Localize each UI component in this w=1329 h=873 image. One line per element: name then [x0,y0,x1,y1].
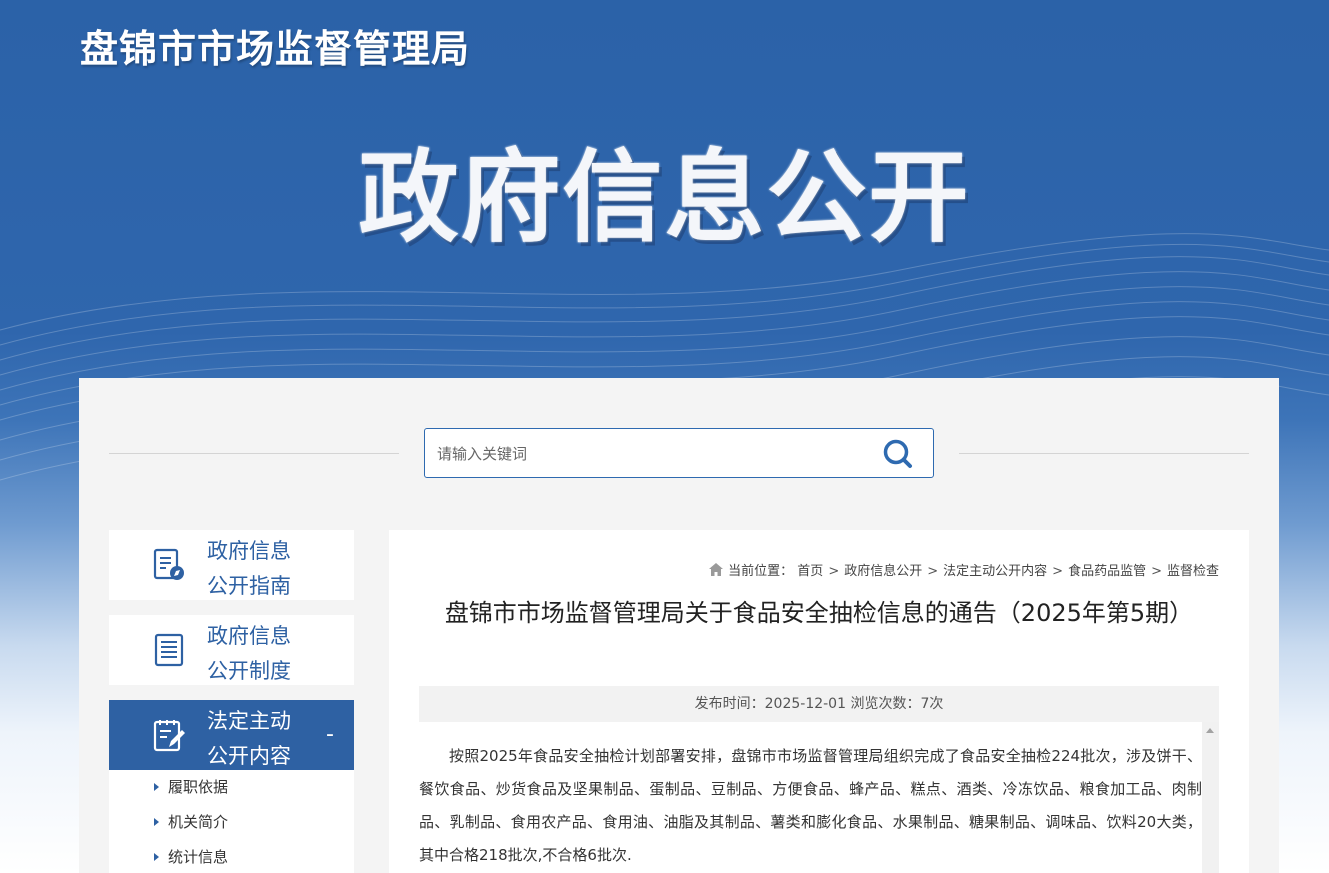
breadcrumb-link[interactable]: 首页 [797,564,823,579]
scroll-up-arrow-icon[interactable] [1206,728,1214,733]
article-title: 盘锦市市场监督管理局关于食品安全抽检信息的通告（2025年第5期） [444,599,1194,627]
guide-icon [153,548,184,580]
breadcrumb: 当前位置： 首页 > 政府信息公开 > 法定主动公开内容 > 食品药品监管 > 监督检查 [709,560,1219,579]
sidebar-subitem[interactable]: 履职依据 [154,775,228,799]
breadcrumb-link[interactable]: 监督检查 [1167,564,1219,579]
breadcrumb-link[interactable]: 食品药品监管 [1068,564,1146,579]
breadcrumb-link[interactable]: 政府信息公开 [844,564,922,579]
search-input[interactable] [437,441,857,467]
main-panel: 政府信息 公开指南 政府信息 公开制度 法定主动 公开内容 [79,378,1279,873]
search-divider-left [109,453,399,454]
sidebar-item-guide[interactable]: 政府信息 公开指南 [109,530,354,600]
search-box [424,428,934,478]
sidebar-subitem[interactable]: 机关简介 [154,810,228,834]
sidebar-item-label: 法定主动 [207,709,291,733]
article-panel: 当前位置： 首页 > 政府信息公开 > 法定主动公开内容 > 食品药品监管 > 监督检查 盘锦市… [389,530,1249,873]
sidebar-item-label: 公开制度 [207,659,291,683]
sidebar-item-label: 政府信息 [207,539,291,563]
banner-title: 政府信息公开 [358,139,971,256]
article-meta: 发布时间：2025-12-01 浏览次数：7次 [419,686,1219,722]
sidebar-item-system[interactable]: 政府信息 公开制度 [109,615,354,685]
home-icon [709,563,724,576]
search-button[interactable] [881,438,915,470]
sidebar-sublist: 履职依据 机关简介 统计信息 [109,770,354,873]
clipboard-edit-icon [153,720,185,752]
sidebar-subitem[interactable]: 统计信息 [154,845,228,869]
sidebar-item-label: 公开指南 [207,574,291,598]
collapse-toggle[interactable]: - [326,722,334,747]
article-scrollbar[interactable] [1202,722,1219,873]
document-list-icon [154,633,184,667]
breadcrumb-link[interactable]: 法定主动公开内容 [943,564,1047,579]
site-name[interactable]: 盘锦市市场监督管理局 [80,18,470,73]
breadcrumb-prefix: 当前位置： [728,564,794,579]
article-body: 按照2025年食品安全抽检计划部署安排，盘锦市市场监督管理局组织完成了食品安全抽… [419,747,1202,864]
search-divider-right [959,453,1249,454]
sidebar-item-active-content[interactable]: 法定主动 公开内容 - [109,700,354,770]
sidebar-item-label: 公开内容 [207,744,291,768]
search-icon [883,439,912,468]
sidebar-item-label: 政府信息 [207,624,291,648]
